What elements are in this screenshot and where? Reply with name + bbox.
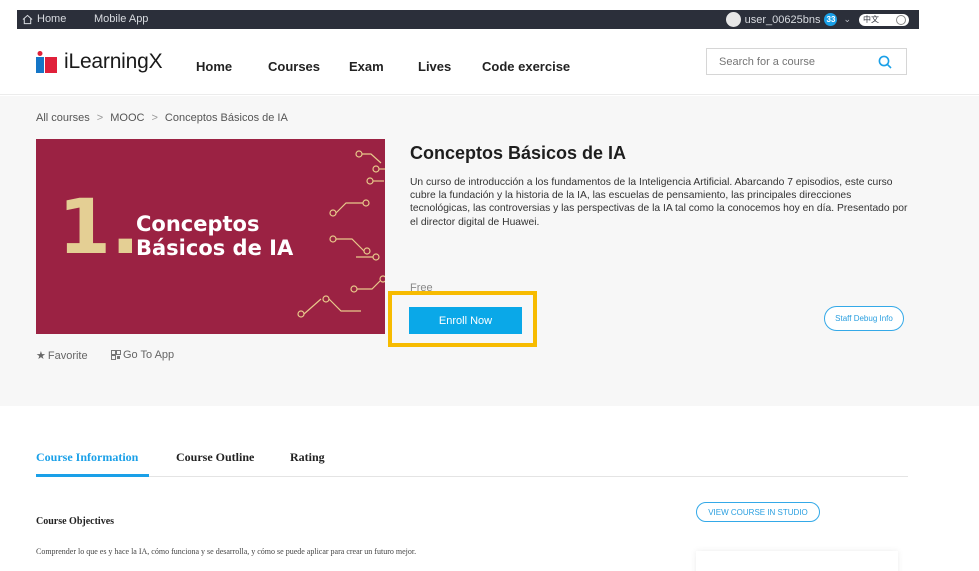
home-icon xyxy=(22,14,33,24)
language-toggle[interactable]: 中文 xyxy=(859,13,909,26)
mobile-app-link[interactable]: Mobile App xyxy=(94,13,148,25)
tab-course-information[interactable]: Course Information xyxy=(36,450,138,465)
go-to-app-label: Go To App xyxy=(123,349,175,361)
breadcrumb-separator-icon: > xyxy=(96,112,104,124)
course-title: Conceptos Básicos de IA xyxy=(410,143,627,163)
search-icon[interactable] xyxy=(878,55,892,69)
staff-debug-button[interactable]: Staff Debug Info xyxy=(824,306,904,331)
banner-title-line2: Básicos de IA xyxy=(136,236,294,260)
nav-code-exercise[interactable]: Code exercise xyxy=(482,59,570,74)
home-link[interactable]: Home xyxy=(22,13,66,25)
objectives-text: Comprender lo que es y hace la IA, cómo … xyxy=(36,547,417,556)
active-tab-indicator xyxy=(36,474,149,477)
nav-lives[interactable]: Lives xyxy=(418,59,451,74)
tab-course-outline[interactable]: Course Outline xyxy=(176,450,254,465)
qr-code-icon xyxy=(111,350,121,360)
view-in-studio-button[interactable]: VIEW COURSE IN STUDIO xyxy=(696,502,820,522)
favorite-button[interactable]: ★ Favorite xyxy=(36,349,88,363)
logo-icon xyxy=(36,51,57,73)
search-input[interactable] xyxy=(719,56,869,68)
banner-number: 1. xyxy=(58,182,140,271)
go-to-app-button[interactable]: Go To App xyxy=(111,349,174,361)
breadcrumb-current: Conceptos Básicos de IA xyxy=(164,112,288,124)
course-banner: 1. Conceptos Básicos de IA xyxy=(36,139,385,334)
breadcrumb: All courses > MOOC > Conceptos Básicos d… xyxy=(36,112,288,124)
breadcrumb-all-courses[interactable]: All courses xyxy=(36,112,90,124)
chevron-down-icon[interactable]: ⌄ xyxy=(843,14,851,25)
course-description: Un curso de introducción a los fundament… xyxy=(410,177,908,228)
breadcrumb-separator-icon: > xyxy=(151,112,158,124)
nav-exam[interactable]: Exam xyxy=(349,59,384,74)
user-menu[interactable]: user_00625bns 33 ⌄ 中文 xyxy=(725,11,909,28)
tab-divider xyxy=(36,476,908,477)
search-box[interactable] xyxy=(706,48,907,75)
toggle-knob xyxy=(896,14,906,25)
language-label: 中文 xyxy=(863,14,879,24)
objectives-heading: Course Objectives xyxy=(36,516,115,527)
logo[interactable]: iLearningX xyxy=(36,50,163,74)
avatar[interactable] xyxy=(725,12,741,27)
logo-text: iLearningX xyxy=(64,50,163,73)
nav-home[interactable]: Home xyxy=(196,59,232,74)
banner-title-line1: Conceptos xyxy=(136,212,260,236)
home-link-label: Home xyxy=(37,13,67,25)
favorite-label: Favorite xyxy=(47,349,88,362)
site-header: iLearningX Home Courses Exam Lives Code … xyxy=(0,29,979,95)
nav-courses[interactable]: Courses xyxy=(268,59,320,74)
top-bar: Home Mobile App user_00625bns 33 ⌄ 中文 xyxy=(17,10,919,29)
course-hero: All courses > MOOC > Conceptos Básicos d… xyxy=(0,96,979,406)
username[interactable]: user_00625bns xyxy=(745,14,821,26)
breadcrumb-mooc[interactable]: MOOC xyxy=(110,112,144,124)
enroll-now-button[interactable]: Enroll Now xyxy=(409,307,522,334)
notification-badge[interactable]: 33 xyxy=(824,13,838,26)
side-card xyxy=(696,551,898,571)
star-icon: ★ xyxy=(36,350,46,362)
tab-rating[interactable]: Rating xyxy=(290,450,325,465)
